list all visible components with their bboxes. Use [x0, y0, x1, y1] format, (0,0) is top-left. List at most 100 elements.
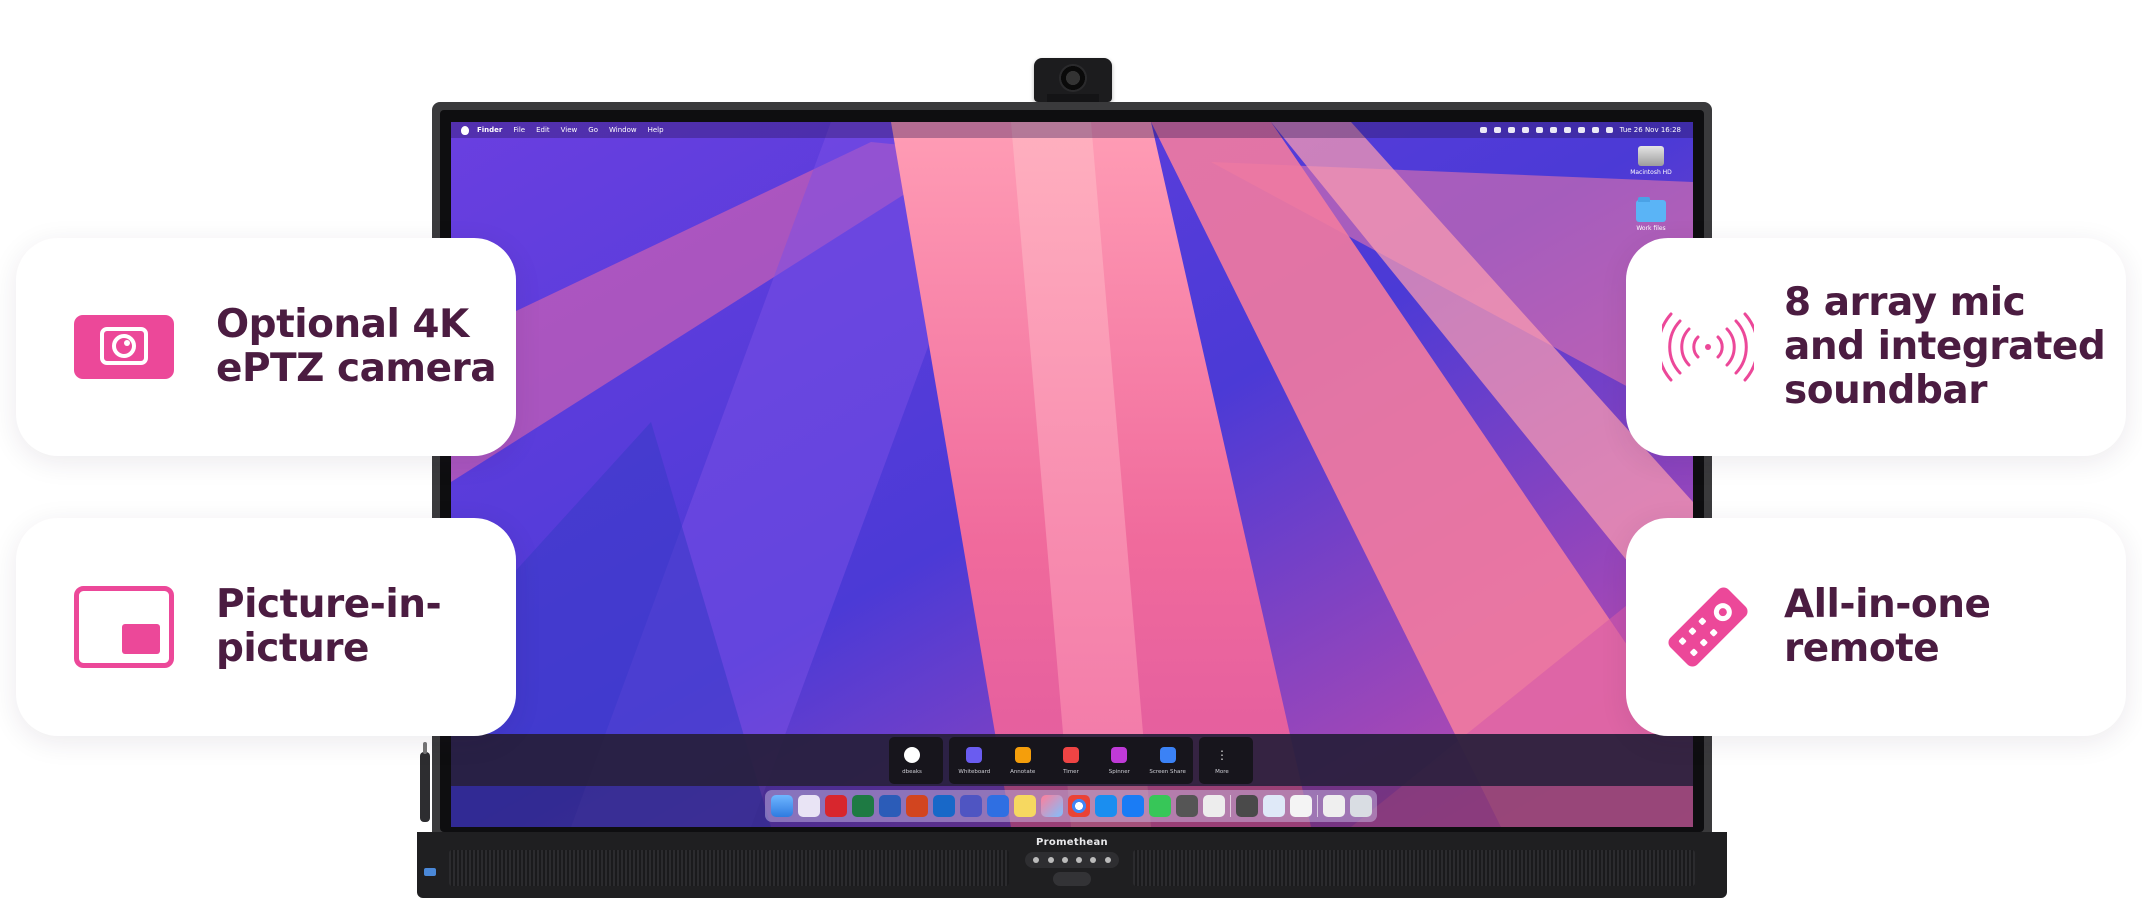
powerpoint-icon[interactable]	[905, 795, 928, 817]
apple-menu-icon[interactable]	[461, 125, 469, 135]
feature-label-line: picture	[216, 626, 370, 671]
feature-label-line: and integrated	[1784, 324, 2106, 369]
feature-label: Optional 4K ePTZ camera	[216, 302, 497, 391]
teams-icon[interactable]	[959, 795, 982, 817]
remote-icon	[1662, 584, 1754, 670]
control-center-icon[interactable]	[1605, 127, 1613, 133]
menu-button[interactable]	[1104, 857, 1111, 863]
menu-finder[interactable]: Finder	[477, 126, 502, 134]
feature-label: All-in-one remote	[1784, 582, 1991, 671]
document-icon[interactable]	[1262, 795, 1285, 817]
cloud-icon[interactable]	[1479, 127, 1487, 133]
feature-label-line: ePTZ camera	[216, 346, 497, 391]
promethean-toolbar: dbeaks Whiteboard Annotate Timer Spinner…	[451, 734, 1693, 786]
desktop-item-work-files[interactable]: Work files	[1621, 197, 1681, 232]
tool-timer[interactable]: Timer	[1048, 737, 1094, 784]
volume-icon[interactable]	[1563, 127, 1571, 133]
tool-spinner[interactable]: Spinner	[1096, 737, 1142, 784]
feature-label-line: soundbar	[1784, 368, 1987, 413]
drop-icon[interactable]	[1535, 127, 1543, 133]
finder-icon[interactable]	[770, 795, 793, 817]
safari-icon[interactable]	[1094, 795, 1117, 817]
display-screen: Finder File Edit View Go Window Help Tue…	[451, 122, 1693, 827]
feature-label: 8 array mic and integrated soundbar	[1784, 281, 2106, 413]
tool-screen-share[interactable]: Screen Share	[1145, 737, 1191, 784]
mac-menu-bar: Finder File Edit View Go Window Help Tue…	[451, 122, 1693, 138]
folder-icon	[1636, 197, 1666, 222]
desktop-item-label: Macintosh HD	[1630, 169, 1672, 176]
settings-icon[interactable]	[1175, 795, 1198, 817]
calculator-icon[interactable]	[1235, 795, 1258, 817]
tool-label: Annotate	[1010, 768, 1036, 775]
battery-icon[interactable]	[1521, 127, 1529, 133]
outlook-icon[interactable]	[932, 795, 955, 817]
menu-view[interactable]: View	[561, 126, 578, 134]
interactive-display: Finder File Edit View Go Window Help Tue…	[432, 102, 1712, 840]
tool-whiteboard[interactable]: Whiteboard	[951, 737, 997, 784]
sensor-knob	[1053, 872, 1091, 886]
chrome-icon[interactable]	[1067, 795, 1090, 817]
tool-more[interactable]: ⋮ More	[1199, 737, 1245, 784]
tool-label: Screen Share	[1149, 768, 1186, 775]
wifi-icon[interactable]	[1577, 127, 1585, 133]
tool-annotate[interactable]: Annotate	[1000, 737, 1046, 784]
home-button[interactable]	[1061, 857, 1068, 863]
toolbar-group-apps: dbeaks	[889, 737, 943, 784]
usb-port	[424, 868, 436, 876]
trash-icon[interactable]	[1349, 795, 1372, 817]
tool-label: dbeaks	[902, 768, 922, 775]
desktop-item-macintosh-hd[interactable]: Macintosh HD	[1621, 146, 1681, 176]
menu-edit[interactable]: Edit	[536, 126, 550, 134]
bluetooth-icon[interactable]	[1549, 127, 1557, 133]
volume-down-button[interactable]	[1076, 857, 1083, 863]
power-button[interactable]	[1033, 857, 1040, 863]
tool-dbeaks[interactable]: dbeaks	[889, 737, 935, 784]
menu-bar-clock[interactable]: Tue 26 Nov 16:28	[1620, 126, 1681, 134]
messages-icon[interactable]	[1148, 795, 1171, 817]
tool-label: Whiteboard	[958, 768, 991, 775]
soundbar: Promethean	[417, 832, 1727, 898]
word-icon[interactable]	[878, 795, 901, 817]
picture-in-picture-icon	[74, 586, 174, 668]
hard-drive-icon	[1638, 146, 1664, 166]
app-store-icon[interactable]	[1121, 795, 1144, 817]
menu-window[interactable]: Window	[609, 126, 637, 134]
input-button[interactable]	[1047, 857, 1054, 863]
todo-icon[interactable]	[986, 795, 1009, 817]
toolbar-group-more: ⋮ More	[1199, 737, 1253, 784]
feature-label-line: All-in-one	[1784, 582, 1991, 627]
brand-logo: Promethean	[1036, 837, 1108, 848]
excel-icon[interactable]	[851, 795, 874, 817]
menu-file[interactable]: File	[513, 126, 525, 134]
search-icon[interactable]	[1591, 127, 1599, 133]
spinner-icon	[1111, 746, 1128, 763]
menu-help[interactable]: Help	[648, 126, 664, 134]
stylus-pen	[420, 742, 430, 822]
launchpad-icon[interactable]	[797, 795, 820, 817]
whiteboard-icon	[966, 746, 983, 763]
feature-label-line: Optional 4K	[216, 302, 469, 347]
photos-icon[interactable]	[1040, 795, 1063, 817]
menu-go[interactable]: Go	[588, 126, 598, 134]
menu-bar-status: Tue 26 Nov 16:28	[1479, 126, 1693, 134]
feature-card-microphone: 8 array mic and integrated soundbar	[1626, 238, 2126, 456]
feature-label-line: remote	[1784, 626, 1940, 671]
front-control-panel	[1025, 852, 1119, 868]
preview-icon[interactable]	[1202, 795, 1225, 817]
speaker-grille-right	[1133, 850, 1695, 886]
vpn-icon[interactable]	[1507, 127, 1515, 133]
dock-separator	[1229, 795, 1231, 817]
camera-icon	[74, 315, 174, 379]
notes-icon[interactable]	[1013, 795, 1036, 817]
desktop-wallpaper	[451, 122, 1693, 827]
acrobat-icon[interactable]	[824, 795, 847, 817]
more-icon: ⋮	[1216, 747, 1228, 762]
volume-up-button[interactable]	[1090, 857, 1097, 863]
drop-app-icon[interactable]	[1289, 795, 1312, 817]
webcam-lens	[1059, 64, 1087, 92]
tool-label: More	[1215, 768, 1229, 775]
speaker-grille-left	[449, 850, 1009, 886]
feature-label: Picture-in- picture	[216, 583, 442, 671]
downloads-icon[interactable]	[1322, 795, 1345, 817]
sync-icon[interactable]	[1493, 127, 1501, 133]
